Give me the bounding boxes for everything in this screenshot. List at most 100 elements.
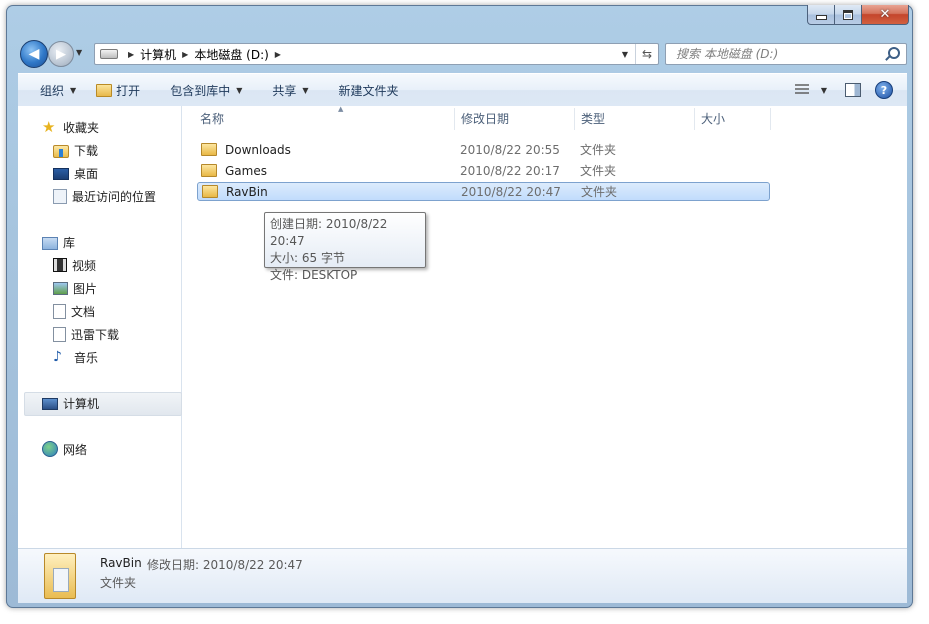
view-options-icon[interactable] xyxy=(794,84,809,96)
column-header-size[interactable]: 大小 xyxy=(701,106,781,131)
new-folder-button[interactable]: 新建文件夹 xyxy=(319,74,409,106)
back-button[interactable]: ◀ xyxy=(20,40,48,68)
minimize-button[interactable] xyxy=(807,5,835,25)
nav-item-favorites[interactable]: ★ 收藏夹 xyxy=(42,117,99,137)
nav-label: 计算机 xyxy=(63,396,100,411)
maximize-icon xyxy=(843,9,853,20)
column-divider[interactable] xyxy=(694,108,695,130)
chevron-right-icon[interactable]: ▶ xyxy=(275,50,281,59)
arrow-left-icon: ◀ xyxy=(28,46,40,62)
nav-label: 库 xyxy=(63,235,76,250)
search-input[interactable] xyxy=(674,46,878,62)
file-name: Games xyxy=(225,163,267,178)
file-info-tooltip: 创建日期: 2010/8/22 20:47 大小: 65 字节 文件: DESK… xyxy=(264,212,426,282)
search-icon[interactable] xyxy=(888,47,900,59)
navigation-pane: ★ 收藏夹 下载 桌面 最近访问的位置 库 视频 图片 文档 迅雷下载 ♪ 音乐… xyxy=(18,106,182,548)
chevron-right-icon[interactable]: ▶ xyxy=(128,50,134,59)
column-header-label: 名称 xyxy=(200,112,225,126)
include-in-library-button[interactable]: 包含到库中 ▼ xyxy=(150,74,252,106)
forward-button[interactable]: ▶ xyxy=(48,41,74,67)
nav-item-libraries[interactable]: 库 xyxy=(42,232,75,252)
file-type: 文件夹 xyxy=(581,185,618,199)
column-divider[interactable] xyxy=(770,108,771,130)
drive-icon xyxy=(100,49,118,59)
pictures-icon xyxy=(53,281,68,295)
refresh-button[interactable]: ⇆ xyxy=(635,44,658,64)
download-folder-icon xyxy=(53,144,69,158)
network-icon xyxy=(42,441,58,457)
address-dropdown-button[interactable]: ▼ xyxy=(615,44,635,64)
recent-places-icon xyxy=(53,188,67,204)
file-type: 文件夹 xyxy=(580,164,617,178)
search-box[interactable] xyxy=(665,43,907,65)
help-icon[interactable]: ? xyxy=(875,81,893,99)
music-note-icon: ♪ xyxy=(53,349,62,365)
file-name: RavBin xyxy=(226,184,268,199)
nav-item-desktop[interactable]: 桌面 xyxy=(53,163,98,183)
column-header-label: 修改日期 xyxy=(461,112,510,126)
nav-label: 收藏夹 xyxy=(63,120,100,135)
computer-icon xyxy=(42,398,58,410)
details-type: 文件夹 xyxy=(100,576,137,590)
file-modified: 2010/8/22 20:47 xyxy=(461,184,561,199)
organize-label: 组织 xyxy=(40,83,65,98)
nav-item-computer[interactable]: 计算机 xyxy=(42,393,99,413)
nav-item-music[interactable]: ♪ 音乐 xyxy=(53,347,98,367)
nav-item-downloads[interactable]: 下载 xyxy=(53,140,98,160)
chevron-right-icon[interactable]: ▶ xyxy=(182,50,188,59)
document-icon xyxy=(53,303,66,319)
breadcrumb-computer[interactable]: 计算机 xyxy=(140,46,176,63)
folder-open-icon xyxy=(96,83,113,97)
file-row-selected[interactable]: RavBin 2010/8/22 20:47 文件夹 xyxy=(197,182,770,201)
share-button[interactable]: 共享 ▼ xyxy=(252,74,318,106)
nav-label: 图片 xyxy=(73,281,98,296)
chevron-down-icon: ▼ xyxy=(302,85,309,95)
details-modified: 修改日期: 2010/8/22 20:47 xyxy=(147,558,303,572)
tooltip-files: 文件: DESKTOP xyxy=(270,268,358,282)
nav-item-pictures[interactable]: 图片 xyxy=(53,278,97,298)
file-row[interactable]: Games 2010/8/22 20:17 文件夹 xyxy=(197,161,770,180)
command-bar: 组织 ▼ 打开 包含到库中 ▼ 共享 ▼ 新建文件夹 ▼ ? xyxy=(18,73,907,107)
tooltip-size: 大小: 65 字节 xyxy=(270,251,345,265)
close-icon: ✕ xyxy=(879,7,891,22)
preview-pane-icon[interactable] xyxy=(845,83,861,97)
open-button[interactable]: 打开 xyxy=(86,74,150,106)
column-header-label: 类型 xyxy=(581,112,606,126)
file-modified: 2010/8/22 20:55 xyxy=(460,142,560,157)
column-header-label: 大小 xyxy=(701,112,726,126)
folder-icon xyxy=(202,185,218,198)
recent-pages-dropdown[interactable]: ▼ xyxy=(76,48,82,57)
nav-label: 下载 xyxy=(74,143,99,158)
folder-icon xyxy=(201,164,217,177)
column-divider[interactable] xyxy=(454,108,455,130)
file-row[interactable]: Downloads 2010/8/22 20:55 文件夹 xyxy=(197,140,770,159)
desktop-icon xyxy=(53,168,69,180)
organize-button[interactable]: 组织 ▼ xyxy=(18,74,86,106)
column-header-name[interactable]: ▲ 名称 xyxy=(200,105,450,131)
nav-label: 网络 xyxy=(63,442,88,457)
breadcrumb-drive-d[interactable]: 本地磁盘 (D:) xyxy=(194,46,268,63)
column-header-type[interactable]: 类型 xyxy=(581,106,691,131)
library-icon xyxy=(42,236,58,250)
nav-item-thunder-downloads[interactable]: 迅雷下载 xyxy=(53,324,119,344)
nav-item-videos[interactable]: 视频 xyxy=(53,255,96,275)
column-header-modified[interactable]: 修改日期 xyxy=(461,106,571,131)
star-icon: ★ xyxy=(42,118,56,136)
nav-item-recent-places[interactable]: 最近访问的位置 xyxy=(53,186,156,206)
close-button[interactable]: ✕ xyxy=(862,5,909,25)
nav-label: 音乐 xyxy=(74,350,99,365)
folder-thumbnail-icon xyxy=(44,553,76,599)
nav-item-network[interactable]: 网络 xyxy=(42,439,87,459)
share-label: 共享 xyxy=(272,83,297,98)
column-divider[interactable] xyxy=(574,108,575,130)
nav-item-documents[interactable]: 文档 xyxy=(53,301,95,321)
file-list: ▲ 名称 修改日期 类型 大小 Downloads 2010/8/22 20:5… xyxy=(182,105,907,548)
chevron-down-icon: ▼ xyxy=(236,85,243,95)
address-bar[interactable]: ▶ 计算机 ▶ 本地磁盘 (D:) ▶ ▼ ⇆ xyxy=(94,43,659,65)
chevron-down-icon: ▼ xyxy=(70,85,77,95)
video-icon xyxy=(53,258,67,272)
details-pane: RavBin 修改日期: 2010/8/22 20:47 文件夹 xyxy=(18,548,907,603)
nav-label: 最近访问的位置 xyxy=(72,189,157,204)
maximize-button[interactable] xyxy=(835,5,862,25)
chevron-down-icon[interactable]: ▼ xyxy=(821,86,827,95)
